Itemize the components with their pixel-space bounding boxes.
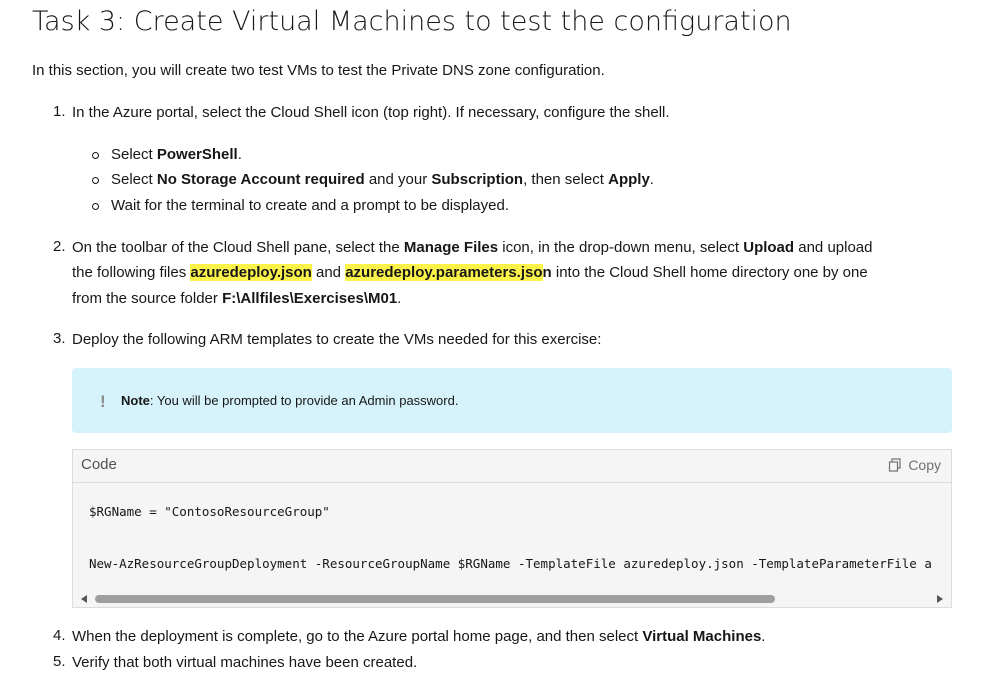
step-5-number: 5. [53, 653, 66, 670]
step-1-sub-b: Select No Storage Account required and y… [111, 171, 654, 188]
note-text: Note: You will be prompted to provide an… [121, 393, 459, 408]
step-5-text: Verify that both virtual machines have b… [72, 654, 418, 671]
intro-text: In this section, you will create two tes… [32, 62, 605, 79]
step-2-line-1: On the toolbar of the Cloud Shell pane, … [72, 239, 873, 256]
step-1-text: In the Azure portal, select the Cloud Sh… [72, 104, 670, 121]
step-2-number: 2. [53, 238, 66, 255]
step-3-text: Deploy the following ARM templates to cr… [72, 331, 602, 348]
step-4-number: 4. [53, 627, 66, 644]
step-1-sub-c: Wait for the terminal to create and a pr… [111, 197, 509, 214]
step-1-number: 1. [53, 103, 66, 120]
code-line: $RGName = "ContosoResourceGroup" [89, 504, 330, 519]
code-block: Code Copy $RGName = "ContosoResourceGrou… [72, 449, 952, 608]
highlighted-filename: azuredeploy.parameters.jso [345, 264, 543, 281]
note-callout: ! Note: You will be prompted to provide … [72, 368, 952, 433]
page-title: Task 3: Create Virtual Machines to test … [32, 6, 792, 37]
code-line: New-AzResourceGroupDeployment -ResourceG… [89, 556, 932, 571]
bullet-icon [92, 177, 99, 184]
code-label: Code [81, 456, 117, 473]
copy-icon [888, 458, 902, 472]
copy-label: Copy [908, 457, 941, 473]
scroll-right-arrow-icon[interactable] [937, 595, 943, 603]
bullet-icon [92, 203, 99, 210]
horizontal-scrollbar[interactable] [73, 592, 951, 606]
copy-button[interactable]: Copy [888, 457, 941, 473]
scroll-left-arrow-icon[interactable] [81, 595, 87, 603]
code-header: Code Copy [73, 450, 951, 483]
scrollbar-thumb[interactable] [95, 595, 775, 603]
highlighted-filename: azuredeploy.json [190, 264, 312, 281]
bullet-icon [92, 152, 99, 159]
step-1-sub-a: Select PowerShell. [111, 146, 242, 163]
step-2-line-2: the following files azuredeploy.json and… [72, 264, 868, 281]
step-4-text: When the deployment is complete, go to t… [72, 628, 766, 645]
step-2-line-3: from the source folder F:\Allfiles\Exerc… [72, 290, 402, 307]
step-3-number: 3. [53, 330, 66, 347]
exclamation-icon: ! [100, 392, 106, 411]
